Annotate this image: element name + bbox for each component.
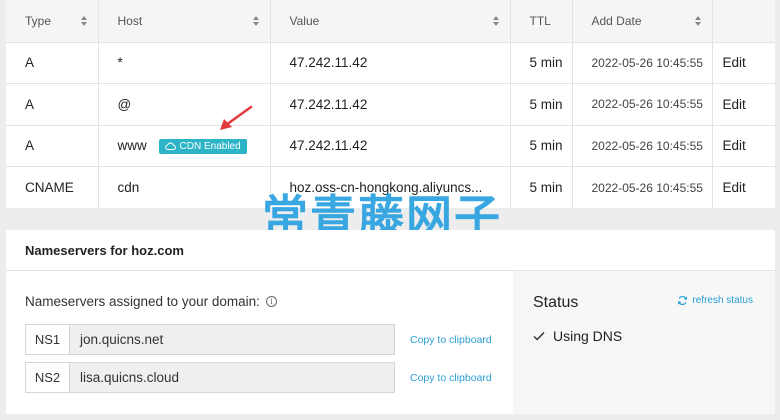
nameserver-label: NS2 <box>25 362 70 393</box>
record-type: A <box>6 125 98 167</box>
column-header-label: Value <box>289 13 320 28</box>
record-type: CNAME <box>25 180 74 195</box>
table-row: A @ 47.242.11.42 5 min 2022-05-26 10:45:… <box>6 83 775 126</box>
nameserver-row: NS2 lisa.quicns.cloud Copy to clipboard <box>25 362 492 393</box>
record-host: cdn <box>97 166 270 208</box>
table-row: A www CDN Enabled 47.242.11.42 5 min 202… <box>6 125 775 167</box>
status-value-row: Using DNS <box>533 328 622 344</box>
check-icon <box>533 331 545 341</box>
nameserver-value-field[interactable]: jon.quicns.net <box>70 324 395 355</box>
status-value: Using DNS <box>553 328 623 344</box>
record-value: 47.242.11.42 <box>269 125 510 167</box>
record-value: hoz.oss-cn-hongkong.aliyuncs... <box>269 166 510 208</box>
sort-icon[interactable] <box>694 15 702 26</box>
refresh-icon <box>678 295 688 306</box>
dns-records-table-card: Type Host Value TTL Add Date A * 47.242.… <box>6 0 775 208</box>
cloud-icon <box>164 142 176 150</box>
edit-record-button[interactable]: Edit <box>711 42 775 84</box>
edit-record-button[interactable]: Edit <box>711 125 775 167</box>
column-header-actions <box>711 0 775 43</box>
sort-icon[interactable] <box>492 15 500 26</box>
refresh-status-button[interactable]: refresh status <box>677 295 753 306</box>
record-value: 47.242.11.42 <box>269 42 510 84</box>
edit-record-button[interactable]: Edit <box>711 166 775 208</box>
record-ttl: 5 min <box>509 42 572 84</box>
refresh-status-label: refresh status <box>692 295 753 306</box>
record-add-date: 2022-05-26 10:45:55 <box>571 125 712 167</box>
nameservers-list: Nameservers assigned to your domain: i N… <box>6 271 513 414</box>
nameserver-value-field[interactable]: lisa.quicns.cloud <box>70 362 395 393</box>
assigned-label-text: Nameservers assigned to your domain: <box>25 294 260 309</box>
record-add-date: 2022-05-26 10:45:55 <box>571 83 712 126</box>
record-ttl: 5 min <box>509 166 572 208</box>
status-title: Status <box>533 294 579 311</box>
dns-records-table: Type Host Value TTL Add Date A * 47.242.… <box>6 0 775 208</box>
nameservers-title: Nameservers for hoz.com <box>6 230 775 271</box>
column-header-add-date[interactable]: Add Date <box>571 0 712 43</box>
column-header-label: TTL <box>529 13 551 28</box>
sort-icon[interactable] <box>252 15 260 26</box>
table-header-row: Type Host Value TTL Add Date <box>6 0 775 43</box>
info-icon[interactable]: i <box>265 296 277 307</box>
column-header-label: Host <box>117 13 143 28</box>
column-header-label: Add Date <box>591 13 642 28</box>
record-add-date: 2022-05-26 10:45:55 <box>571 166 712 208</box>
column-header-host[interactable]: Host <box>97 0 270 43</box>
column-header-type[interactable]: Type <box>6 0 98 43</box>
column-header-label: Type <box>25 13 52 28</box>
record-host: www <box>117 137 147 153</box>
record-value: 47.242.11.42 <box>269 83 510 126</box>
column-header-value[interactable]: Value <box>269 0 510 43</box>
nameserver-label: NS1 <box>25 324 70 355</box>
record-add-date: 2022-05-26 10:45:55 <box>571 42 712 84</box>
record-type: A <box>6 42 98 84</box>
cdn-enabled-badge: CDN Enabled <box>158 138 247 154</box>
table-row: CNAME cdn hoz.oss-cn-hongkong.aliyuncs..… <box>6 166 775 208</box>
cdn-badge-label: CDN Enabled <box>179 140 241 152</box>
nameservers-panel: Nameservers for hoz.com Nameservers assi… <box>6 230 775 414</box>
copy-to-clipboard-button[interactable]: Copy to clipboard <box>410 334 492 346</box>
record-type: A <box>6 83 98 126</box>
table-row: A * 47.242.11.42 5 min 2022-05-26 10:45:… <box>6 42 775 84</box>
record-ttl: 5 min <box>509 125 572 167</box>
sort-icon[interactable] <box>80 15 88 26</box>
annotation-arrow <box>220 105 253 130</box>
status-panel: Status refresh status Using DNS <box>513 271 775 414</box>
copy-to-clipboard-button[interactable]: Copy to clipboard <box>410 372 492 384</box>
column-header-ttl: TTL <box>509 0 572 43</box>
edit-record-button[interactable]: Edit <box>711 83 775 126</box>
nameservers-assigned-label: Nameservers assigned to your domain: i <box>25 294 277 309</box>
record-ttl: 5 min <box>509 83 572 126</box>
record-host: * <box>97 42 270 84</box>
nameserver-row: NS1 jon.quicns.net Copy to clipboard <box>25 324 492 355</box>
